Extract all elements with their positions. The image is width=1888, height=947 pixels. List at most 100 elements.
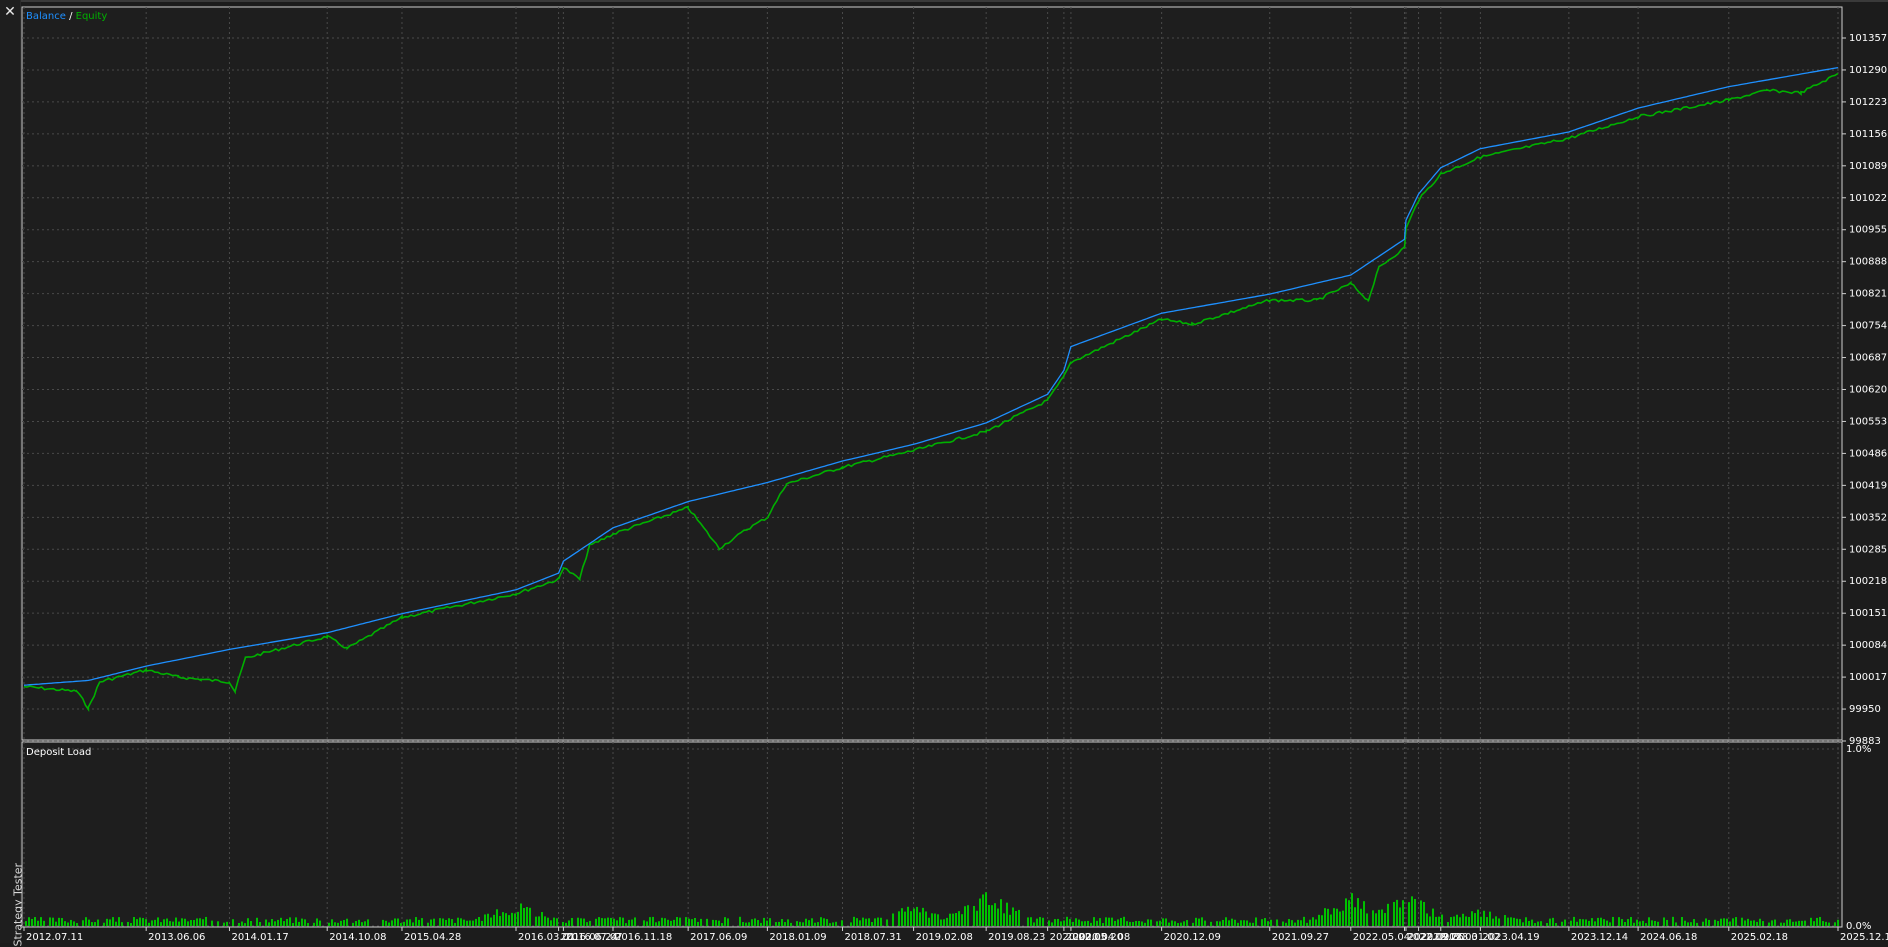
deposit-load-bar (1531, 919, 1533, 926)
deposit-load-bar (784, 922, 786, 926)
deposit-load-bar (1468, 916, 1470, 926)
deposit-load-bar (1225, 917, 1227, 926)
deposit-load-bar (1636, 919, 1638, 926)
deposit-load-bar (1834, 922, 1836, 926)
deposit-load-bar (1720, 918, 1722, 926)
deposit-load-bar (1447, 922, 1449, 926)
deposit-load-bar (1216, 921, 1218, 926)
deposit-load-bar (517, 911, 519, 926)
deposit-load-bar (1162, 918, 1164, 926)
deposit-load-bar (1240, 920, 1242, 926)
deposit-load-bar (1579, 918, 1581, 926)
deposit-load-bar (1696, 922, 1698, 926)
deposit-load-bar (421, 918, 423, 926)
deposit-load-bar (877, 917, 879, 926)
deposit-load-bar (1360, 908, 1362, 926)
deposit-load-bar (34, 917, 36, 926)
deposit-load-bar (985, 892, 987, 926)
deposit-load-bar (1546, 922, 1548, 926)
deposit-load-bar (1177, 923, 1179, 926)
deposit-load-bar (1687, 922, 1689, 926)
deposit-load-bar (871, 922, 873, 926)
deposit-load-bar (1420, 900, 1422, 926)
deposit-load-bar (955, 912, 957, 926)
deposit-load-bar (280, 917, 282, 926)
deposit-load-bar (700, 918, 702, 926)
deposit-load-bar (151, 920, 153, 926)
deposit-load-bar (202, 919, 204, 926)
deposit-load-bar (1564, 919, 1566, 926)
deposit-load-bar (802, 922, 804, 926)
deposit-load-bar (553, 917, 555, 926)
deposit-load-bar (31, 918, 33, 926)
deposit-load-bar (724, 917, 726, 926)
deposit-load-bar (1453, 916, 1455, 926)
deposit-load-bar (679, 917, 681, 926)
deposit-load-bar (589, 920, 591, 926)
deposit-load-bar (1042, 917, 1044, 926)
deposit-load-bar (1159, 920, 1161, 926)
deposit-load-bar (946, 917, 948, 926)
deposit-load-bar (1354, 907, 1356, 926)
deposit-load-bar (808, 920, 810, 926)
deposit-load-bar (550, 920, 552, 926)
deposit-load-bar (1783, 922, 1785, 926)
deposit-load-bar (1069, 919, 1071, 926)
deposit-load-bar (289, 917, 291, 926)
deposit-load-bar (1399, 907, 1401, 926)
deposit-y-axis: 1.0% 0.0% (1846, 744, 1871, 932)
deposit-load-bar (1165, 918, 1167, 926)
deposit-load-bar (1642, 920, 1644, 926)
deposit-load-bar (1570, 920, 1572, 926)
deposit-load-bar (1075, 918, 1077, 926)
x-tick-label: 2019.02.08 (916, 932, 973, 943)
deposit-load-bar (133, 917, 135, 926)
deposit-load-bar (166, 918, 168, 926)
y-tick-label: 100486 (1849, 448, 1887, 459)
deposit-load-bar (88, 919, 90, 926)
deposit-load-bar (1708, 919, 1710, 926)
deposit-load-bar (1483, 910, 1485, 926)
deposit-load-bar (718, 920, 720, 926)
deposit-load-bar (259, 922, 261, 926)
deposit-load-bar (1147, 919, 1149, 926)
deposit-load-bar (1330, 914, 1332, 926)
deposit-load-bar (307, 922, 309, 926)
deposit-load-bar (430, 919, 432, 926)
deposit-load-bar (337, 922, 339, 926)
legend: Balance / Equity (26, 11, 107, 22)
deposit-load-bar (556, 918, 558, 926)
deposit-load-bar (1078, 919, 1080, 926)
deposit-load-bar (1549, 918, 1551, 926)
deposit-load-bar (1825, 921, 1827, 926)
deposit-load-bar (316, 918, 318, 926)
x-tick-label: 2022.05.04 (1353, 932, 1410, 943)
deposit-load-bar (256, 917, 258, 926)
deposit-load-bar (1810, 917, 1812, 926)
deposit-load-bar (274, 921, 276, 926)
deposit-load-bar (598, 917, 600, 926)
y-tick-label: 101156 (1849, 129, 1887, 140)
deposit-load-bar (1387, 903, 1389, 926)
legend-equity: Equity (76, 11, 108, 22)
deposit-load-bar (505, 913, 507, 926)
deposit-load-bar (865, 918, 867, 926)
deposit-load-bar (73, 921, 75, 926)
deposit-load-bar (1756, 921, 1758, 926)
deposit-load-bar (1048, 920, 1050, 926)
deposit-load-bar (1819, 916, 1821, 926)
deposit-load-bar (1186, 920, 1188, 926)
deposit-load-bar (1312, 917, 1314, 926)
deposit-load-bar (1489, 911, 1491, 926)
deposit-load-bar (397, 918, 399, 926)
y-tick-label: 100151 (1849, 608, 1887, 619)
y-tick-label: 100888 (1849, 257, 1887, 268)
deposit-load-bar (1474, 913, 1476, 926)
deposit-load-bar (1498, 918, 1500, 926)
deposit-load-bar (295, 917, 297, 926)
deposit-load-bar (388, 922, 390, 926)
deposit-load-bar (1090, 922, 1092, 926)
deposit-load-bar (82, 920, 84, 926)
deposit-load-bar (853, 916, 855, 926)
deposit-load-bar (1534, 923, 1536, 926)
